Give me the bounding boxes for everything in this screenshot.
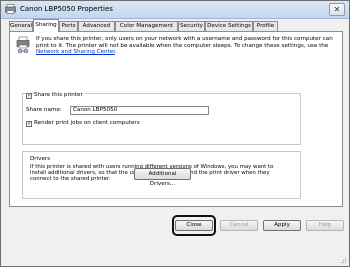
printer-properties-window: Canon LBP5050 Properties ✕ General Shari… (0, 0, 350, 267)
title-bar[interactable]: Canon LBP5050 Properties ✕ (1, 1, 349, 19)
close-button[interactable]: Close (175, 220, 213, 231)
share-printer-checkbox[interactable]: ✓ (26, 93, 32, 99)
window-title: Canon LBP5050 Properties (20, 5, 113, 13)
tab-advanced[interactable]: Advanced (78, 21, 115, 31)
share-group-box (22, 93, 301, 145)
help-button[interactable]: Help (306, 220, 344, 231)
tab-ports[interactable]: Ports (59, 21, 78, 31)
render-jobs-checkbox[interactable]: ✓ (26, 121, 32, 127)
tab-general[interactable]: General (9, 21, 33, 31)
shared-printer-icon (16, 36, 30, 54)
additional-drivers-button[interactable]: Additional Drivers... (134, 168, 191, 187)
tab-security[interactable]: Security (178, 21, 205, 31)
resize-grip-icon[interactable] (339, 256, 347, 264)
share-printer-label: Share this printer (34, 92, 85, 99)
share-name-input[interactable]: Canon LBP5050 (70, 106, 209, 115)
tab-device-settings[interactable]: Device Settings (205, 21, 253, 31)
apply-button[interactable]: Apply (263, 220, 301, 231)
tab-sharing[interactable]: Sharing (33, 19, 59, 32)
render-jobs-label: Render print jobs on client computers (34, 120, 140, 126)
sharing-description: If you share this printer, only users on… (36, 36, 336, 56)
drivers-title: Drivers (30, 156, 51, 162)
sharing-panel: If you share this printer, only users on… (9, 31, 343, 207)
tab-strip: General Sharing Ports Advanced Color Man… (9, 19, 343, 32)
printer-icon (5, 4, 16, 14)
sharing-description-text: If you share this printer, only users on… (36, 36, 333, 49)
share-name-label: Share name: (26, 107, 62, 113)
tab-color-management[interactable]: Color Management (115, 21, 178, 31)
sharing-description-tail: . (115, 49, 117, 56)
cancel-button[interactable]: Cancel (220, 220, 258, 231)
tab-profile[interactable]: Profile (253, 21, 278, 31)
close-icon[interactable]: ✕ (329, 3, 345, 16)
network-sharing-center-link[interactable]: Network and Sharing Center (36, 49, 115, 55)
